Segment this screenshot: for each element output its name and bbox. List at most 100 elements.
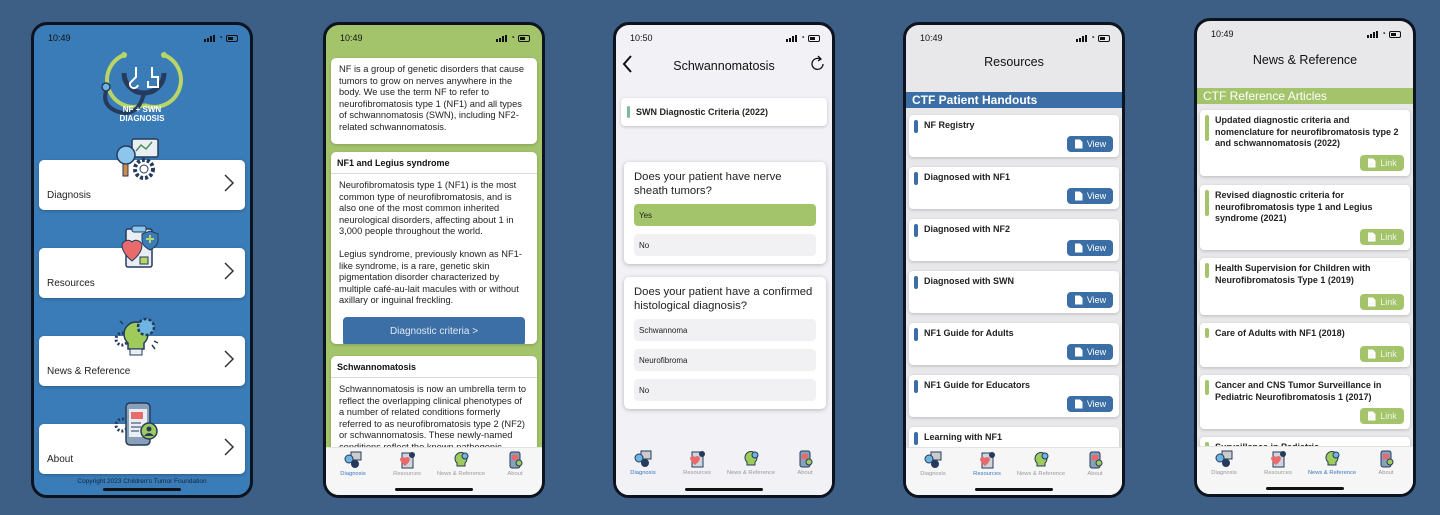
section-header: CTF Reference Articles <box>1197 88 1413 104</box>
intro-text: NF is a group of genetic disorders that … <box>339 64 525 132</box>
item-title: Diagnosed with SWN <box>924 276 1014 286</box>
item-title: Diagnosed with NF1 <box>924 172 1011 182</box>
link-button[interactable]: Link <box>1360 408 1404 424</box>
list-item: Diagnosed with NF1 View <box>909 167 1119 209</box>
link-button[interactable]: Link <box>1360 294 1404 310</box>
status-time: 10:49 <box>340 33 363 43</box>
link-button[interactable]: Link <box>1360 346 1404 362</box>
answer-option-no[interactable]: No <box>634 379 816 401</box>
document-icon <box>1368 411 1376 421</box>
item-title: NF Registry <box>924 120 975 130</box>
about-tab-icon <box>1089 451 1103 469</box>
tab-about[interactable]: About <box>1069 451 1121 495</box>
criteria-accent-bar <box>627 106 630 118</box>
status-time: 10:49 <box>920 33 943 43</box>
status-indicators: ◔ <box>204 34 238 42</box>
view-button[interactable]: View <box>1067 240 1113 256</box>
document-icon <box>1368 158 1376 168</box>
item-title: Care of Adults with NF1 (2018) <box>1215 328 1345 338</box>
menu-item-label: About <box>47 454 74 465</box>
list-item: Diagnosed with NF2 View <box>909 219 1119 261</box>
list-item: Care of Adults with NF1 (2018) Link <box>1200 323 1410 367</box>
document-icon <box>1368 232 1376 242</box>
wifi-icon: ◔ <box>1381 29 1386 38</box>
status-bar: 10:49 ◔ <box>34 25 250 51</box>
resources-tab-icon <box>690 451 705 468</box>
tab-about[interactable]: About <box>779 450 831 495</box>
document-icon <box>1368 349 1376 359</box>
about-icon <box>114 402 158 446</box>
section-card-nf1-legius: NF1 and Legius syndrome Neurofibromatosi… <box>331 152 537 344</box>
phone-diagnosis-screen: 10:49 ◔ NF is a group of genetic disorde… <box>323 22 545 498</box>
document-icon <box>1074 243 1083 253</box>
diagnosis-tab-icon <box>344 451 362 468</box>
diagnosis-tab-icon <box>924 451 942 468</box>
chevron-right-icon <box>224 262 235 280</box>
battery-icon <box>226 34 238 42</box>
answer-option-no[interactable]: No <box>634 234 816 256</box>
status-indicators: ◔ <box>496 34 530 42</box>
nav-bar: Schwannomatosis <box>616 51 832 81</box>
page-title: Resources <box>984 55 1044 69</box>
answer-option-yes[interactable]: Yes <box>634 204 816 226</box>
status-bar: 10:49 ◔ <box>906 25 1122 51</box>
phone-news-reference-screen: 10:49 ◔ News & Reference CTF Reference A… <box>1194 18 1416 497</box>
status-indicators: ◔ <box>786 34 820 42</box>
diagnostic-criteria-button[interactable]: Diagnostic criteria > <box>343 316 525 344</box>
item-title: NF1 Guide for Adults <box>924 328 1014 338</box>
item-accent-bar <box>914 432 918 445</box>
about-tab-icon <box>509 451 523 469</box>
button-label: Link <box>1380 297 1397 307</box>
status-indicators: ◔ <box>1076 34 1110 42</box>
home-indicator[interactable] <box>395 488 473 491</box>
cellular-signal-icon <box>1367 30 1379 38</box>
wifi-icon: ◔ <box>510 33 515 42</box>
question-text: Does your patient have a confirmed histo… <box>634 286 813 312</box>
view-button[interactable]: View <box>1067 344 1113 360</box>
menu-item-label: Resources <box>47 278 95 289</box>
status-bar: 10:50 ◔ <box>616 25 832 51</box>
home-indicator[interactable] <box>685 488 763 491</box>
question-card: Does your patient have nerve sheath tumo… <box>624 162 826 264</box>
item-accent-bar <box>1205 115 1209 141</box>
back-chevron-icon[interactable] <box>621 54 633 74</box>
list-item: Health Supervision for Children with Neu… <box>1200 258 1410 315</box>
view-button[interactable]: View <box>1067 136 1113 152</box>
link-button[interactable]: Link <box>1360 155 1404 171</box>
tab-diagnosis[interactable]: Diagnosis <box>907 451 959 495</box>
status-time: 10:49 <box>48 33 71 43</box>
home-indicator[interactable] <box>975 488 1053 491</box>
list-item: NF1 Guide for Educators View <box>909 375 1119 417</box>
page-title: News & Reference <box>1252 53 1358 67</box>
section-paragraph: Legius syndrome, previously known as NF1… <box>339 248 522 306</box>
list-item: Revised diagnostic criteria for neurofib… <box>1200 185 1410 250</box>
tab-diagnosis[interactable]: Diagnosis <box>617 450 669 495</box>
tab-diagnosis[interactable]: Diagnosis <box>327 451 379 495</box>
wifi-icon: ◔ <box>1090 33 1095 42</box>
button-label: View <box>1086 295 1107 305</box>
section-title: Schwannomatosis <box>331 356 537 378</box>
answer-option-schwannoma[interactable]: Schwannoma <box>634 319 816 341</box>
reload-icon[interactable] <box>810 55 826 73</box>
battery-icon <box>808 34 820 42</box>
item-accent-bar <box>1205 190 1209 216</box>
item-title: Cancer and CNS Tumor Surveillance in Ped… <box>1215 380 1382 402</box>
item-accent-bar <box>914 276 918 289</box>
tab-about[interactable]: About <box>489 451 541 495</box>
home-indicator[interactable] <box>1266 487 1344 490</box>
news-reference-icon <box>114 317 159 356</box>
item-accent-bar <box>1205 380 1209 395</box>
view-button[interactable]: View <box>1067 292 1113 308</box>
answer-option-neurofibroma[interactable]: Neurofibroma <box>634 349 816 371</box>
home-indicator[interactable] <box>103 488 181 491</box>
document-icon <box>1074 191 1083 201</box>
status-time: 10:49 <box>1211 29 1234 39</box>
tab-about[interactable]: About <box>1360 450 1412 494</box>
item-accent-bar <box>914 120 918 133</box>
view-button[interactable]: View <box>1067 396 1113 412</box>
tab-diagnosis[interactable]: Diagnosis <box>1198 450 1250 494</box>
document-icon <box>1368 297 1376 307</box>
question-card: Does your patient have a confirmed histo… <box>624 277 826 409</box>
link-button[interactable]: Link <box>1360 229 1404 245</box>
view-button[interactable]: View <box>1067 188 1113 204</box>
